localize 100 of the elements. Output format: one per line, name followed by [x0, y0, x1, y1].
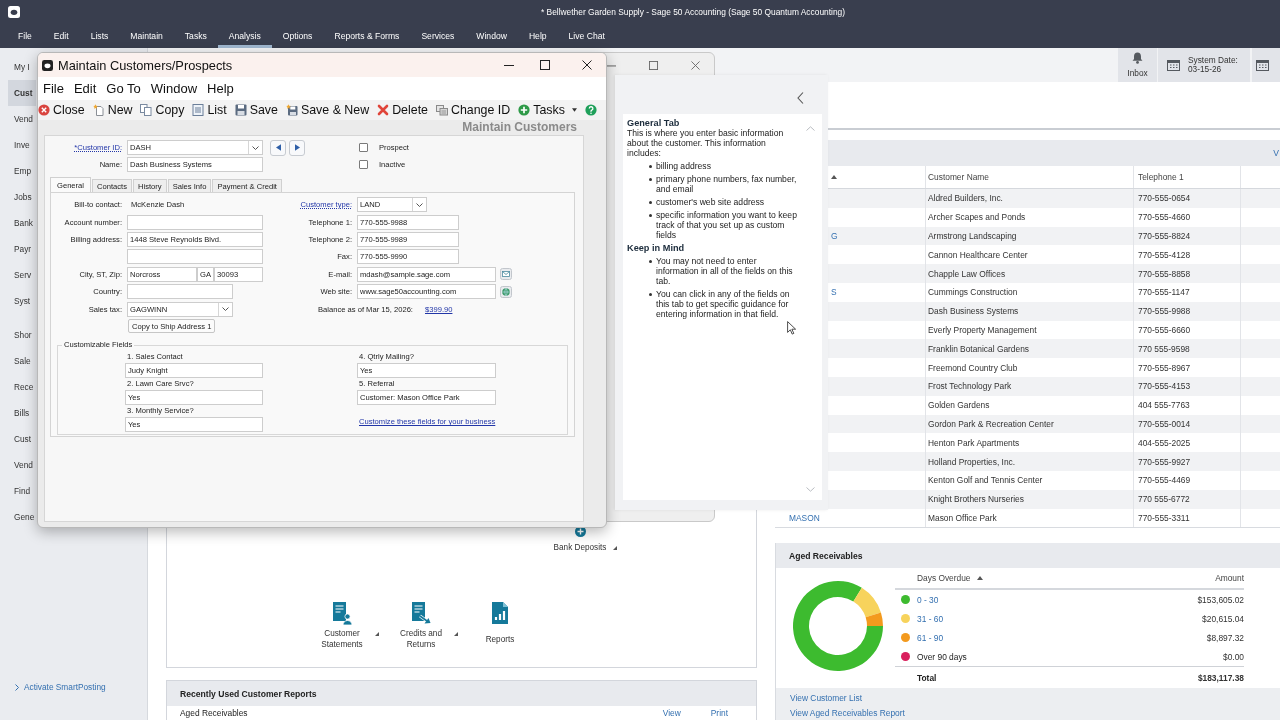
panel-header-link[interactable]: V: [1273, 148, 1279, 158]
new-button[interactable]: New: [88, 100, 137, 120]
inbox-button[interactable]: Inbox: [1118, 48, 1157, 82]
system-date-button[interactable]: System Date: 03-15-26: [1158, 48, 1250, 82]
shortcut-item[interactable]: Sale: [8, 348, 36, 374]
shortcut-item[interactable]: Bills: [8, 400, 36, 426]
sidebar-item[interactable]: My I: [8, 54, 36, 80]
save-button[interactable]: Save: [230, 100, 282, 120]
menu-item[interactable]: Live Chat: [557, 24, 616, 48]
table-cell: 770-555-9927: [1138, 456, 1191, 467]
close-button[interactable]: Close: [38, 100, 89, 120]
menu-item[interactable]: Lists: [79, 24, 120, 48]
sidebar-item[interactable]: Inve: [8, 132, 36, 158]
input-field[interactable]: [127, 284, 233, 300]
change-id-button[interactable]: Change ID: [432, 100, 515, 120]
bullet-icon: [649, 178, 652, 181]
menu-item[interactable]: Edit: [68, 81, 102, 96]
menu-item[interactable]: Help: [202, 81, 239, 96]
aging-range-link[interactable]: 61 - 90: [917, 632, 1207, 643]
help-paragraph: This is where you enter basic information about the customer. This information includes:: [627, 128, 785, 158]
maximize-icon[interactable]: [540, 60, 550, 70]
sidebar-item[interactable]: Cust: [8, 80, 36, 106]
footer-link[interactable]: View Customer List: [790, 691, 862, 707]
column-header[interactable]: [831, 175, 837, 179]
next-record-button[interactable]: [289, 139, 305, 156]
report-name: Aged Receivables: [180, 708, 249, 718]
table-cell: Aldred Builders, Inc.: [928, 193, 1003, 204]
table-cell: 770-555-8824: [1138, 231, 1191, 241]
shortcut-item[interactable]: Gene: [8, 504, 36, 530]
sidebar-item[interactable]: Serv: [8, 262, 36, 288]
menu-item[interactable]: Tasks: [173, 24, 218, 48]
table-cell: Dash Business Systems: [928, 306, 1019, 317]
dropdown-triangle-icon: [454, 632, 458, 636]
help-heading: General Tab: [627, 118, 681, 128]
table-cell: Mason Office Park: [928, 512, 997, 523]
new-document-icon: [92, 104, 105, 116]
mouse-pointer-icon: [787, 321, 796, 335]
sidebar-item[interactable]: Payr: [8, 236, 36, 262]
workflow-button[interactable]: Reports: [469, 601, 539, 650]
chevron-left-icon[interactable]: [797, 92, 804, 104]
shortcut-item[interactable]: Cust: [8, 426, 36, 452]
menu-item[interactable]: File: [7, 24, 43, 48]
sidebar-item[interactable]: Vend: [8, 106, 36, 132]
column-header[interactable]: Days Overdue: [917, 573, 983, 584]
table-cell: 770 555-6772: [1138, 494, 1190, 505]
input-field[interactable]: [127, 249, 263, 265]
menu-item[interactable]: Help: [517, 24, 558, 48]
table-cell: 770 555-9598: [1138, 343, 1190, 354]
activate-smartposting-link[interactable]: Activate SmartPosting: [15, 682, 106, 692]
menu-item[interactable]: Go To: [101, 81, 146, 96]
envelope-icon[interactable]: [500, 268, 512, 281]
column-header[interactable]: Amount: [1215, 573, 1244, 584]
menu-item[interactable]: Window: [465, 24, 518, 48]
report-action-link[interactable]: View: [662, 708, 681, 718]
previous-record-button[interactable]: [270, 139, 286, 156]
table-cell: 770-555-6660: [1138, 324, 1191, 335]
delete-button[interactable]: Delete: [373, 100, 432, 120]
bullet-icon: [649, 201, 652, 204]
menu-item[interactable]: Services: [410, 24, 466, 48]
aging-range-link[interactable]: 31 - 60: [917, 613, 1203, 624]
bullet-icon: [649, 165, 652, 168]
workflow-button[interactable]: Customer Statements: [311, 601, 381, 650]
sidebar-item[interactable]: Syst: [8, 288, 36, 314]
globe-icon[interactable]: [500, 285, 512, 298]
aging-range-label: Over 90 days: [917, 651, 968, 662]
aging-range-link[interactable]: 0 - 30: [917, 594, 1198, 605]
customer-id-link[interactable]: G: [831, 231, 838, 241]
shortcut-item[interactable]: Rece: [8, 374, 36, 400]
column-header[interactable]: Telephone 1: [1138, 172, 1184, 182]
table-cell: 404-555-2025: [1138, 437, 1191, 448]
sidebar-item[interactable]: Jobs: [8, 184, 36, 210]
menu-item[interactable]: Edit: [42, 24, 80, 48]
menu-item[interactable]: File: [38, 81, 69, 96]
checkbox[interactable]: [359, 160, 368, 169]
shortcut-item[interactable]: Vend: [8, 452, 36, 478]
sidebar-item[interactable]: Emp: [8, 158, 36, 184]
form-heading: Maintain Customers: [462, 120, 577, 134]
save-new-button[interactable]: Save & New: [281, 100, 374, 120]
report-action-link[interactable]: Print: [710, 708, 728, 718]
close-icon[interactable]: [582, 60, 592, 70]
tasks-button[interactable]: Tasks: [514, 100, 581, 120]
calendar-button[interactable]: [1252, 48, 1280, 82]
checkbox[interactable]: [359, 143, 368, 152]
column-header[interactable]: Customer Name: [928, 172, 989, 182]
sidebar-item[interactable]: Bank: [8, 210, 36, 236]
input-field[interactable]: [127, 214, 263, 230]
menu-item[interactable]: Options: [271, 24, 324, 48]
customer-id-link[interactable]: S: [831, 287, 837, 298]
menu-item[interactable]: Window: [145, 81, 203, 96]
amount-cell: $0.00: [1223, 651, 1244, 662]
shortcut-item[interactable]: Find: [8, 478, 36, 504]
bar-chart-document-icon: [490, 601, 510, 625]
workflow-button[interactable]: Credits and Returns: [390, 601, 460, 650]
footer-link[interactable]: View Aged Receivables Report: [790, 706, 905, 720]
menu-item[interactable]: Maintain: [119, 24, 174, 48]
copy-button[interactable]: Copy: [136, 100, 189, 120]
bullet-icon: [649, 293, 652, 296]
customer-id-link[interactable]: MASON: [789, 512, 820, 523]
list-button[interactable]: List: [188, 100, 231, 120]
menu-item[interactable]: Reports & Forms: [323, 24, 411, 48]
